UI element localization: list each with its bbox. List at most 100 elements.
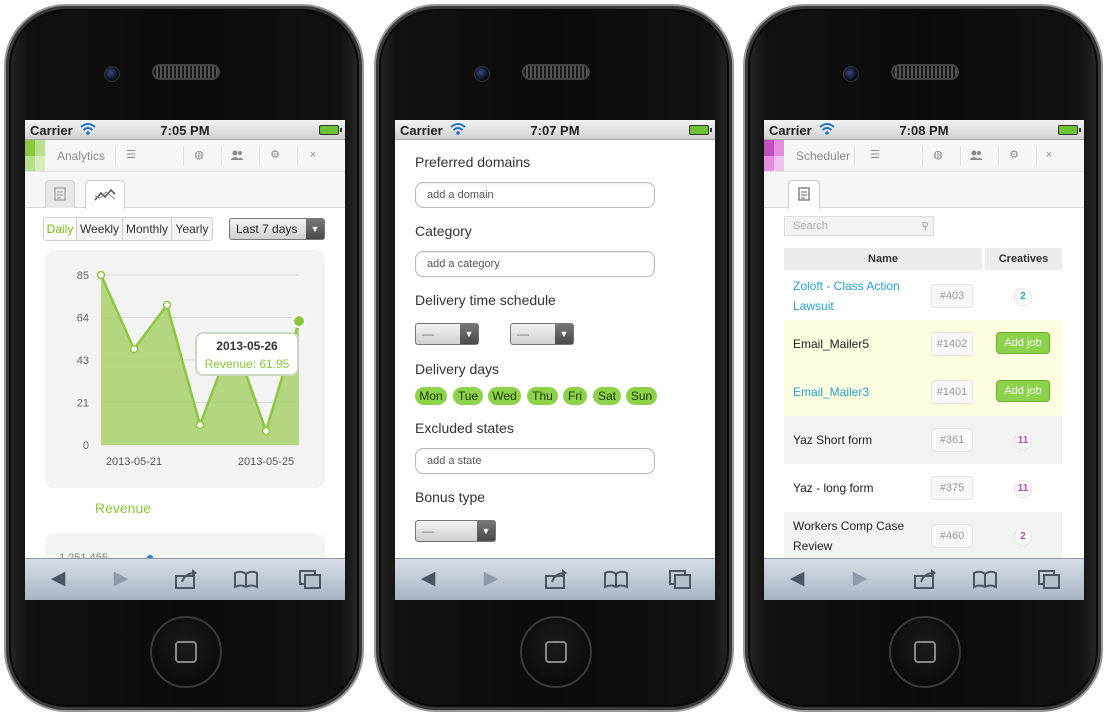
share-icon[interactable] bbox=[912, 568, 938, 590]
app-logo-icon bbox=[764, 140, 784, 171]
bookmarks-icon[interactable] bbox=[972, 568, 998, 590]
bonus-type-label: Bonus type bbox=[415, 489, 486, 505]
speaker-grille bbox=[152, 64, 220, 80]
range-select-value: Last 7 days bbox=[236, 222, 298, 236]
day-mon[interactable]: Mon bbox=[415, 387, 447, 405]
share-icon[interactable] bbox=[543, 568, 569, 590]
screen-analytics: Carrier 7:05 PM Analytics ☰ ◍ ⚙ × Daily … bbox=[25, 120, 345, 600]
creatives-count-badge[interactable]: 11 bbox=[1014, 432, 1032, 450]
tab-chart[interactable] bbox=[85, 180, 125, 209]
home-button[interactable] bbox=[520, 616, 592, 688]
tabs-icon[interactable] bbox=[297, 568, 323, 590]
tab-bar bbox=[764, 172, 1084, 209]
divider bbox=[297, 146, 298, 166]
row-creatives: Add job bbox=[984, 368, 1062, 416]
globe-icon[interactable]: ◍ bbox=[191, 147, 207, 163]
table-row[interactable]: Zoloft - Class Action Lawsuit #403 2 bbox=[784, 272, 1062, 320]
creatives-count-badge[interactable]: 11 bbox=[1014, 480, 1032, 498]
row-creatives: Add job bbox=[984, 320, 1062, 368]
delivery-time-start-select[interactable]: — ▼ bbox=[415, 323, 479, 345]
data-point bbox=[195, 420, 205, 430]
menu-icon[interactable]: ☰ bbox=[123, 147, 139, 163]
period-yearly[interactable]: Yearly bbox=[171, 217, 213, 241]
row-creatives: 11 bbox=[984, 416, 1062, 464]
chart-legend-revenue[interactable]: Revenue bbox=[95, 500, 151, 516]
users-icon[interactable] bbox=[968, 147, 984, 163]
row-name[interactable]: Yaz - long form bbox=[793, 464, 923, 512]
row-name[interactable]: Email_Mailer5 bbox=[793, 320, 923, 368]
row-name[interactable]: Yaz Short form bbox=[793, 416, 923, 464]
tabs-icon[interactable] bbox=[667, 568, 693, 590]
data-point bbox=[261, 426, 271, 436]
bonus-type-select[interactable]: — ▼ bbox=[415, 520, 496, 542]
period-weekly[interactable]: Weekly bbox=[76, 217, 123, 241]
select-value: — bbox=[422, 327, 434, 341]
table-row[interactable]: Yaz Short form #361 11 bbox=[784, 416, 1062, 464]
row-name[interactable]: Workers Comp Case Review bbox=[793, 512, 923, 560]
row-id: #1401 bbox=[931, 380, 973, 404]
period-daily[interactable]: Daily bbox=[43, 217, 77, 241]
forward-icon[interactable]: ▶ bbox=[478, 568, 504, 590]
table-row[interactable]: Yaz - long form #375 11 bbox=[784, 464, 1062, 512]
delivery-time-end-select[interactable]: — ▼ bbox=[510, 323, 574, 345]
select-value: — bbox=[422, 524, 434, 538]
column-header-name[interactable]: Name bbox=[784, 248, 982, 270]
screen-scheduler: Carrier 7:08 PM Scheduler ☰ ◍ ⚙ × Search bbox=[764, 120, 1084, 600]
chevron-down-icon: ▼ bbox=[555, 324, 573, 344]
table-row[interactable]: Email_Mailer5 #1402 Add job bbox=[784, 320, 1062, 368]
forward-icon[interactable]: ▶ bbox=[847, 568, 873, 590]
add-job-button[interactable]: Add job bbox=[996, 332, 1050, 354]
range-select[interactable]: Last 7 days ▼ bbox=[229, 218, 325, 240]
menu-icon[interactable]: ☰ bbox=[867, 147, 883, 163]
divider bbox=[183, 146, 184, 166]
x-tick-label: 2013-05-21 bbox=[106, 456, 162, 468]
bookmarks-icon[interactable] bbox=[233, 568, 259, 590]
creatives-count-badge[interactable]: 2 bbox=[1014, 288, 1032, 306]
row-name[interactable]: Zoloft - Class Action Lawsuit bbox=[793, 272, 923, 320]
tab-list[interactable] bbox=[788, 180, 820, 209]
share-icon[interactable] bbox=[173, 568, 199, 590]
creatives-count-badge[interactable]: 2 bbox=[1014, 528, 1032, 546]
table-row[interactable]: Email_Mailer3 #1401 Add job bbox=[784, 368, 1062, 416]
column-header-creatives[interactable]: Creatives bbox=[985, 248, 1062, 270]
back-icon[interactable]: ◀ bbox=[45, 568, 71, 590]
domain-input[interactable]: add a domain bbox=[415, 182, 655, 208]
close-icon[interactable]: × bbox=[1041, 147, 1057, 163]
back-icon[interactable]: ◀ bbox=[784, 568, 810, 590]
gear-icon[interactable]: ⚙ bbox=[1006, 147, 1022, 163]
row-id: #361 bbox=[931, 428, 973, 452]
back-icon[interactable]: ◀ bbox=[415, 568, 441, 590]
status-bar: Carrier 7:08 PM bbox=[764, 120, 1084, 140]
category-input[interactable]: add a category bbox=[415, 251, 655, 277]
day-wed[interactable]: Wed bbox=[488, 387, 521, 405]
table-row[interactable]: Workers Comp Case Review #460 2 bbox=[784, 512, 1062, 560]
day-sun[interactable]: Sun bbox=[626, 387, 657, 405]
forward-icon[interactable]: ▶ bbox=[108, 568, 134, 590]
tabs-icon[interactable] bbox=[1036, 568, 1062, 590]
y-tick-label: 21 bbox=[77, 398, 89, 410]
browser-toolbar: ◀ ▶ bbox=[25, 558, 345, 600]
gear-icon[interactable]: ⚙ bbox=[267, 147, 283, 163]
row-id: #460 bbox=[931, 524, 973, 548]
state-input[interactable]: add a state bbox=[415, 448, 655, 474]
home-button[interactable] bbox=[889, 616, 961, 688]
users-icon[interactable] bbox=[229, 147, 245, 163]
divider bbox=[1036, 146, 1037, 166]
search-input[interactable]: Search ⚲ bbox=[784, 216, 934, 236]
globe-icon[interactable]: ◍ bbox=[930, 147, 946, 163]
home-button[interactable] bbox=[150, 616, 222, 688]
bookmarks-icon[interactable] bbox=[603, 568, 629, 590]
close-icon[interactable]: × bbox=[305, 147, 321, 163]
add-job-button[interactable]: Add job bbox=[996, 380, 1050, 402]
day-tue[interactable]: Tue bbox=[453, 387, 483, 405]
period-monthly[interactable]: Monthly bbox=[122, 217, 172, 241]
row-name[interactable]: Email_Mailer3 bbox=[793, 368, 923, 416]
document-icon bbox=[798, 187, 810, 201]
day-fri[interactable]: Fri bbox=[563, 387, 587, 405]
day-thu[interactable]: Thu bbox=[527, 387, 558, 405]
app-logo-icon bbox=[25, 140, 45, 171]
day-sat[interactable]: Sat bbox=[593, 387, 621, 405]
data-point bbox=[292, 314, 306, 329]
divider bbox=[221, 146, 222, 166]
tab-list[interactable] bbox=[45, 180, 75, 208]
